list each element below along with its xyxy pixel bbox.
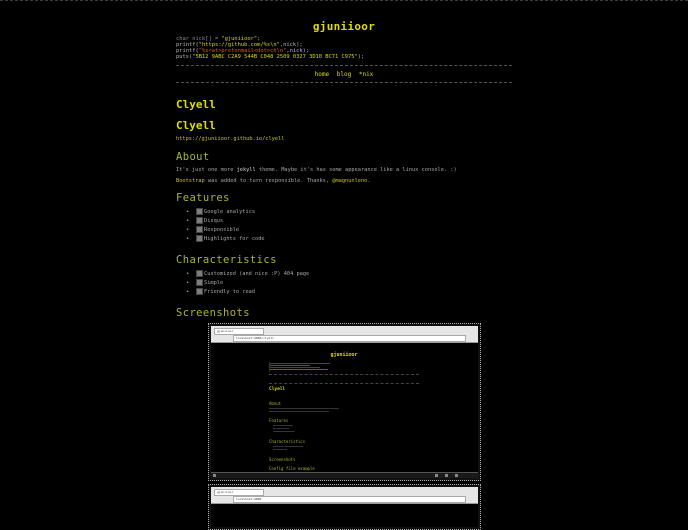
main-nav: home blog *nix [176,71,512,78]
checkbox-icon [196,217,203,224]
start-icon [213,474,216,477]
top-dashed-border [0,0,688,1]
mini-text-line [269,411,329,412]
mini-heading-about: About [269,401,282,406]
taskbar [211,472,478,478]
mini-code-block [269,362,330,372]
jekyll-word: jekyll [236,167,256,173]
list-item: Responsible [186,226,265,235]
nav-item-home[interactable]: home [315,71,329,78]
list-item: Highlights for code [186,235,265,244]
mini-heading-characteristics: Characteristics [269,439,306,444]
browser-tab: gjuniioor [214,328,264,335]
list-item-label: Google analytics [204,209,256,215]
list-item-label: Friendly to read [204,289,256,295]
checkbox-icon [196,270,203,277]
list-item: Simple [186,279,309,288]
post-title[interactable]: Clyell [176,98,216,111]
tray-icon [445,474,448,477]
code-string: "5B12 9ABC C2A9 544B C048 2509 0327 3D10… [192,54,358,60]
mini-text-line [273,428,289,429]
site-title[interactable]: gjuniioor [176,20,512,33]
nav-divider-top [176,65,512,66]
repo-link-text[interactable]: https://gjuniioor.github.io/clyell [176,136,284,142]
list-item-label: Responsible [204,227,240,233]
list-item: Friendly to read [186,288,309,297]
list-item: Customized (and nice :P) 404 page [186,270,310,279]
code-text: ); [357,54,365,60]
screenshot-image-1[interactable]: gjuniioor localhost:4000/clyell gjuniioo… [208,323,481,481]
list-item-label: Highlights for code [204,236,265,242]
mini-text-line [269,408,339,409]
code-text: puts( [176,54,193,60]
checkbox-icon [196,226,203,233]
about-text: theme. Maybe it's has some appearance li… [255,167,457,173]
checkbox-icon [196,235,203,242]
nav-item-blog[interactable]: blog [337,71,351,78]
bootstrap-link[interactable]: Bootstrap [176,178,205,184]
list-item-label: Disqus [204,218,224,224]
list-item: Disqus [186,217,265,226]
list-item-label: Simple [204,280,224,286]
mini-text-line [273,446,303,447]
mini-heading-config: Config file example [269,466,315,471]
magnunleno-link[interactable]: @magnunleno [332,178,367,184]
browser-tab: gjuniioor [214,489,264,496]
checkbox-icon [196,279,203,286]
mini-text-line [273,431,295,432]
screenshots-heading: Screenshots [176,307,250,319]
screenshot-content: gjuniioor localhost:4000 [211,487,478,527]
about-heading: About [176,151,210,163]
browser-url-bar: localhost:4000 [233,496,466,503]
browser-url-bar: localhost:4000/clyell [233,335,466,342]
checkbox-icon [196,208,203,215]
browser-toolbar: gjuniioor localhost:4000 [211,487,478,504]
mini-heading-screenshots: Screenshots [269,457,296,462]
mini-post-title: Clyell [269,387,286,392]
about-text: was added to turn responsible. Thanks, [204,178,333,184]
post-subtitle: Clyell [176,119,216,132]
mini-divider [269,374,419,375]
about-line-2: Bootstrap was added to turn responsible.… [176,178,371,184]
checkbox-icon [196,288,203,295]
features-heading: Features [176,192,230,204]
mini-text-line [273,425,293,426]
mini-site-title: gjuniioor [330,352,358,358]
mini-heading-features: Features [269,418,289,423]
repo-link[interactable]: https://gjuniioor.github.io/clyell [176,136,284,142]
screenshot-content: gjuniioor localhost:4000/clyell gjuniioo… [211,326,478,478]
tray-icon [435,474,438,477]
list-item: Google analytics [186,208,265,217]
screenshot-image-2[interactable]: gjuniioor localhost:4000 [208,484,481,530]
characteristics-heading: Characteristics [176,254,277,266]
characteristics-list: Customized (and nice :P) 404 page Simple… [186,270,310,297]
nav-divider-bottom [176,82,512,83]
mini-divider [269,383,419,384]
tray-icon [455,474,458,477]
mini-text-line [273,449,287,450]
features-list: Google analytics Disqus Responsible High… [186,208,265,244]
about-text: It's just one more [176,167,237,173]
about-text: . [367,178,371,184]
code-line-4: puts("5B12 9ABC C2A9 544B C048 2509 0327… [176,54,365,60]
nav-item-nix[interactable]: *nix [359,71,373,78]
list-item-label: Customized (and nice :P) 404 page [204,271,310,277]
about-line-1: It's just one more jekyll theme. Maybe i… [176,167,457,173]
browser-toolbar: gjuniioor localhost:4000/clyell [211,326,478,343]
